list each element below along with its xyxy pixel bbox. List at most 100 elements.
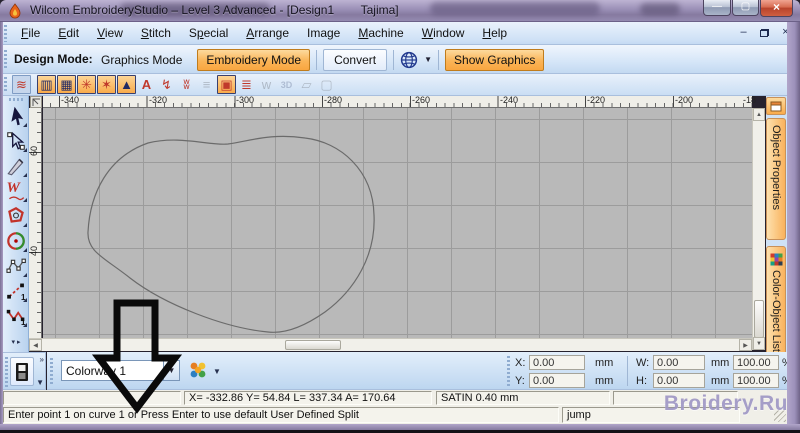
- gradient-fill-icon[interactable]: ▲: [117, 75, 136, 94]
- toolbar-options-arrow[interactable]: ▼: [36, 378, 44, 387]
- step-pattern-icon[interactable]: ≡: [197, 75, 216, 94]
- y-scale-field[interactable]: [733, 373, 779, 388]
- globe-dropdown-arrow[interactable]: ▼: [424, 55, 432, 64]
- show-graphics-button[interactable]: Show Graphics: [445, 49, 544, 71]
- trapunto-icon[interactable]: ▱: [297, 75, 316, 94]
- ellipse-icon: [5, 230, 27, 252]
- window-border-left: [0, 22, 3, 430]
- menu-machine[interactable]: Machine: [349, 22, 412, 45]
- toolbar-grip[interactable]: [4, 25, 7, 42]
- tatami-fill-icon[interactable]: ▦: [57, 75, 76, 94]
- menu-special[interactable]: Special: [180, 22, 237, 45]
- x-scale-field[interactable]: [733, 355, 779, 370]
- closed-shape-icon: [5, 205, 27, 227]
- design-view-button[interactable]: [10, 357, 34, 386]
- scroll-up-arrow[interactable]: ▲: [753, 108, 765, 121]
- menu-arrange[interactable]: Arrange: [237, 22, 298, 45]
- closed-object-tool[interactable]: [5, 205, 27, 227]
- h-value-field[interactable]: [653, 373, 705, 388]
- zigzag-stitch-icon[interactable]: ʬ: [177, 75, 196, 94]
- menu-window[interactable]: Window: [413, 22, 474, 45]
- toolbar-overflow-chevron[interactable]: »: [40, 355, 44, 364]
- fancy-fill-icon[interactable]: ✶: [97, 75, 116, 94]
- tab-object-properties[interactable]: Object Properties: [766, 118, 786, 240]
- toolbar-grip[interactable]: [4, 77, 7, 93]
- lettering-tool[interactable]: W: [5, 180, 27, 202]
- horizontal-ruler: -340 -320 -300 -280 -260 -240 -220 -200 …: [43, 96, 752, 108]
- background-blur: [430, 2, 600, 15]
- menu-file[interactable]: File: [12, 22, 49, 45]
- menu-stitch[interactable]: Stitch: [132, 22, 180, 45]
- measure-tool[interactable]: [5, 155, 27, 177]
- window-maximize-button[interactable]: ▢: [732, 0, 759, 16]
- ellipse-tool[interactable]: [5, 230, 27, 252]
- basket-weave-icon[interactable]: ▢: [317, 75, 336, 94]
- menu-image[interactable]: Image: [298, 22, 349, 45]
- w-value-field[interactable]: [653, 355, 705, 370]
- toolbar-grip[interactable]: [507, 356, 510, 386]
- menu-view[interactable]: View: [88, 22, 132, 45]
- knife-icon: [5, 155, 27, 177]
- vertical-ruler: 60 40: [29, 108, 42, 338]
- design-mode-label: Design Mode:: [14, 45, 93, 74]
- toolbar-grip[interactable]: [4, 50, 7, 69]
- motif-fill-icon[interactable]: ✳: [77, 75, 96, 94]
- left-tool-palette: W: [3, 96, 29, 352]
- horizontal-scroll-thumb[interactable]: [285, 340, 341, 350]
- mdi-restore-button[interactable]: [756, 26, 773, 41]
- open-shape-icon: [5, 255, 27, 277]
- ruler-label: -320: [149, 95, 167, 105]
- window-close-button[interactable]: ×: [760, 0, 793, 17]
- select-tool[interactable]: [5, 105, 27, 127]
- toolbar-grip[interactable]: [50, 358, 53, 384]
- globe-icon[interactable]: [400, 51, 418, 69]
- w-unit: mm: [711, 357, 729, 369]
- window-minimize-button[interactable]: —: [703, 0, 731, 16]
- tool-badge: 1: [21, 318, 25, 327]
- reshape-tool[interactable]: [5, 130, 27, 152]
- open-object-tool[interactable]: [5, 255, 27, 277]
- transform-toolbar: X: mm Y: mm W: mm H: mm % %: [505, 352, 787, 390]
- menu-edit[interactable]: Edit: [49, 22, 88, 45]
- satin-stitch-icon[interactable]: ▥: [37, 75, 56, 94]
- colorway-palette-button[interactable]: [189, 361, 207, 379]
- digitize-jump-tool[interactable]: 1: [5, 305, 27, 327]
- panel-window-icon: [770, 101, 782, 112]
- annotation-down-arrow: [88, 293, 188, 418]
- x-value-field[interactable]: [529, 355, 585, 370]
- stitch-lines-icon[interactable]: ≣: [237, 75, 256, 94]
- scroll-left-arrow[interactable]: ◀: [29, 339, 42, 351]
- run-stitch-icon[interactable]: ≋: [12, 75, 31, 94]
- docking-panel-button[interactable]: [766, 97, 786, 115]
- embroidery-mode-button[interactable]: Embroidery Mode: [197, 49, 310, 71]
- toolbar-grip[interactable]: [5, 357, 8, 387]
- program-split-icon[interactable]: ▣: [217, 75, 236, 94]
- menu-bar: File Edit View Stitch Special Arrange Im…: [0, 22, 800, 45]
- hatch-fill-icon[interactable]: w: [257, 75, 276, 94]
- effect-3d-icon[interactable]: 3D: [277, 75, 296, 94]
- select-arrow-icon: [5, 105, 27, 127]
- stitch-toolbar: ≋ ▥ ▦ ✳ ✶ ▲ A ↯ ʬ ≡ ▣ ≣ w 3D ▱ ▢: [0, 74, 800, 96]
- y-value-field[interactable]: [529, 373, 585, 388]
- ruler-origin-button[interactable]: [30, 96, 42, 108]
- title-bar[interactable]: Wilcom EmbroideryStudio – Level 3 Advanc…: [0, 0, 800, 22]
- graphics-mode-button[interactable]: Graphics Mode: [92, 49, 191, 71]
- ruler-label: -200: [675, 95, 693, 105]
- convert-button[interactable]: Convert: [323, 49, 387, 71]
- palette-overflow-arrows[interactable]: ▾ ▸: [3, 338, 29, 350]
- palette-dropdown-arrow[interactable]: ▼: [213, 367, 221, 376]
- color-object-list-icon: [770, 253, 783, 266]
- scroll-right-arrow[interactable]: ▶: [739, 339, 752, 351]
- ruler-label: -220: [587, 95, 605, 105]
- applique-icon[interactable]: A: [137, 75, 156, 94]
- vertical-scrollbar[interactable]: ▲ ▼: [752, 108, 765, 350]
- vertical-scroll-thumb[interactable]: [754, 300, 764, 338]
- application-window: Wilcom EmbroideryStudio – Level 3 Advanc…: [0, 0, 800, 433]
- digitize-run-tool[interactable]: 1: [5, 280, 27, 302]
- menu-help[interactable]: Help: [473, 22, 516, 45]
- mdi-minimize-button[interactable]: –: [735, 26, 752, 41]
- scroll-down-arrow[interactable]: ▼: [753, 337, 765, 350]
- ribbon-stitch-icon[interactable]: ↯: [157, 75, 176, 94]
- toolbar-grip[interactable]: [9, 98, 23, 101]
- film-design-icon: [14, 362, 30, 382]
